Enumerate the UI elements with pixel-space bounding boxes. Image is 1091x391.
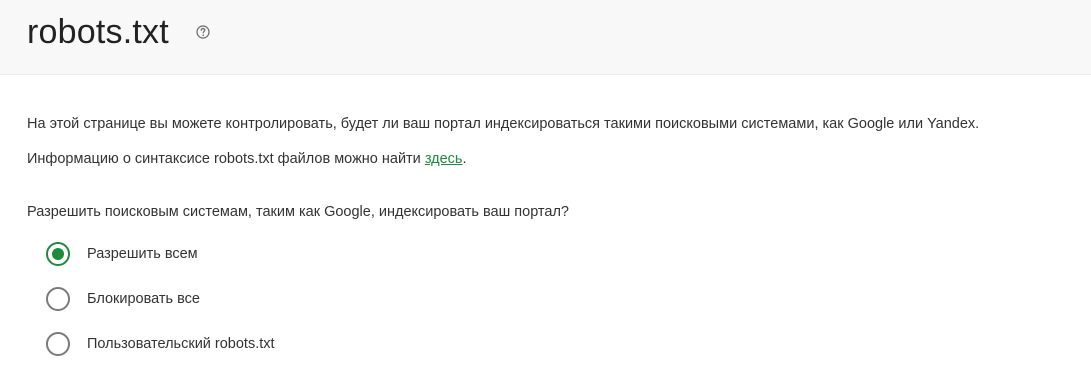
- radio-button-checked[interactable]: [46, 242, 70, 266]
- page-header: robots.txt: [0, 0, 1091, 75]
- radio-option-custom-robots[interactable]: Пользовательский robots.txt: [46, 330, 275, 358]
- intro-text: На этой странице вы можете контролироват…: [27, 116, 980, 132]
- syntax-info-text: Информацию о синтаксисе robots.txt файло…: [27, 151, 467, 167]
- radio-label: Пользовательский robots.txt: [87, 336, 275, 352]
- syntax-info-suffix: .: [462, 151, 467, 167]
- page-title: robots.txt: [27, 13, 169, 51]
- radio-button[interactable]: [46, 287, 70, 311]
- radio-button[interactable]: [46, 332, 70, 356]
- radio-label: Разрешить всем: [87, 246, 198, 262]
- syntax-info-link[interactable]: здесь: [425, 151, 463, 167]
- help-icon[interactable]: [196, 25, 210, 39]
- syntax-info-prefix: Информацию о синтаксисе robots.txt файло…: [27, 151, 425, 167]
- radio-label: Блокировать все: [87, 291, 200, 307]
- radio-option-block-all[interactable]: Блокировать все: [46, 285, 200, 313]
- radio-option-allow-all[interactable]: Разрешить всем: [46, 240, 198, 268]
- indexing-question: Разрешить поисковым системам, таким как …: [27, 204, 570, 220]
